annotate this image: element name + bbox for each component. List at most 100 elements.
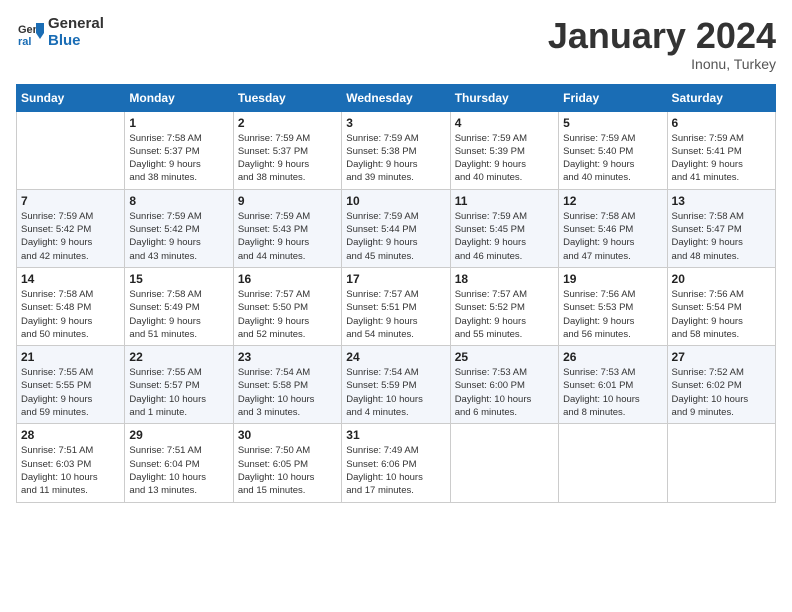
calendar-cell: 21Sunrise: 7:55 AMSunset: 5:55 PMDayligh… [17,346,125,424]
day-info: Sunrise: 7:51 AMSunset: 6:03 PMDaylight:… [21,444,120,497]
calendar-cell: 28 Sunrise: 7:51 AMSunset: 6:03 PMDayligh… [17,424,125,502]
day-number: 26 [563,350,662,364]
calendar-cell: 17 Sunrise: 7:57 AMSunset: 5:51 PMDayligh… [342,267,450,345]
day-info: Sunrise: 7:59 AMSunset: 5:39 PMDaylight:… [455,132,554,185]
day-number: 5 [563,116,662,130]
calendar-cell: 8Sunrise: 7:59 AMSunset: 5:42 PMDaylight… [125,189,233,267]
svg-text:ral: ral [18,36,31,47]
day-info: Sunrise: 7:58 AMSunset: 5:37 PMDaylight:… [129,132,228,185]
day-info: Sunrise: 7:59 AMSunset: 5:37 PMDaylight:… [238,132,337,185]
page-header: Gene ral General Blue January 2024 Inonu… [16,16,776,72]
day-number: 3 [346,116,445,130]
calendar-cell: 7 Sunrise: 7:59 AMSunset: 5:42 PMDaylight… [17,189,125,267]
day-number: 13 [672,194,771,208]
calendar-cell: 15 Sunrise: 7:58 AMSunset: 5:49 PMDayligh… [125,267,233,345]
logo-text-line1: General [48,16,104,33]
day-number: 7 [21,194,120,208]
day-number: 14 [21,272,120,286]
day-info: Sunrise: 7:58 AMSunset: 5:49 PMDaylight:… [129,288,228,341]
location-subtitle: Inonu, Turkey [548,56,776,72]
day-number: 12 [563,194,662,208]
calendar-cell: 12 Sunrise: 7:58 AMSunset: 5:46 PMDayligh… [559,189,667,267]
logo-text-line2: Blue [48,33,104,50]
day-number: 21 [21,350,120,364]
calendar-cell [559,424,667,502]
calendar-cell: 16 Sunrise: 7:57 AMSunset: 5:50 PMDayligh… [233,267,341,345]
day-number: 20 [672,272,771,286]
calendar-cell: 20 Sunrise: 7:56 AMSunset: 5:54 PMDayligh… [667,267,775,345]
weekday-header-saturday: Saturday [667,84,775,111]
day-info: Sunrise: 7:55 AMSunset: 5:57 PMDaylight:… [129,366,228,419]
day-number: 11 [455,194,554,208]
calendar-header-row: SundayMondayTuesdayWednesdayThursdayFrid… [17,84,776,111]
day-number: 1 [129,116,228,130]
day-info: Sunrise: 7:56 AMSunset: 5:54 PMDaylight:… [672,288,771,341]
day-number: 8 [129,194,228,208]
calendar-cell [17,111,125,189]
calendar-week-row: 28 Sunrise: 7:51 AMSunset: 6:03 PMDayligh… [17,424,776,502]
day-info: Sunrise: 7:56 AMSunset: 5:53 PMDaylight:… [563,288,662,341]
day-number: 29 [129,428,228,442]
day-info: Sunrise: 7:59 AMSunset: 5:45 PMDaylight:… [455,210,554,263]
calendar-week-row: 1 Sunrise: 7:58 AMSunset: 5:37 PMDaylight… [17,111,776,189]
day-info: Sunrise: 7:59 AMSunset: 5:43 PMDaylight:… [238,210,337,263]
calendar-table: SundayMondayTuesdayWednesdayThursdayFrid… [16,84,776,503]
calendar-cell: 3 Sunrise: 7:59 AMSunset: 5:38 PMDaylight… [342,111,450,189]
weekday-header-monday: Monday [125,84,233,111]
day-number: 31 [346,428,445,442]
day-info: Sunrise: 7:49 AMSunset: 6:06 PMDaylight:… [346,444,445,497]
calendar-cell: 23 Sunrise: 7:54 AMSunset: 5:58 PMDayligh… [233,346,341,424]
day-info: Sunrise: 7:57 AMSunset: 5:51 PMDaylight:… [346,288,445,341]
day-number: 16 [238,272,337,286]
day-number: 24 [346,350,445,364]
calendar-cell: 1 Sunrise: 7:58 AMSunset: 5:37 PMDaylight… [125,111,233,189]
day-number: 10 [346,194,445,208]
calendar-cell [450,424,558,502]
day-info: Sunrise: 7:59 AMSunset: 5:38 PMDaylight:… [346,132,445,185]
day-info: Sunrise: 7:53 AMSunset: 6:01 PMDaylight:… [563,366,662,419]
weekday-header-tuesday: Tuesday [233,84,341,111]
day-number: 15 [129,272,228,286]
day-number: 4 [455,116,554,130]
calendar-cell: 26 Sunrise: 7:53 AMSunset: 6:01 PMDayligh… [559,346,667,424]
calendar-cell: 2 Sunrise: 7:59 AMSunset: 5:37 PMDaylight… [233,111,341,189]
day-info: Sunrise: 7:58 AMSunset: 5:46 PMDaylight:… [563,210,662,263]
logo-icon: Gene ral [16,19,44,47]
calendar-cell: 5 Sunrise: 7:59 AMSunset: 5:40 PMDaylight… [559,111,667,189]
weekday-header-sunday: Sunday [17,84,125,111]
day-info: Sunrise: 7:54 AMSunset: 5:59 PMDaylight:… [346,366,445,419]
calendar-week-row: 21Sunrise: 7:55 AMSunset: 5:55 PMDayligh… [17,346,776,424]
day-info: Sunrise: 7:50 AMSunset: 6:05 PMDaylight:… [238,444,337,497]
calendar-cell: 9 Sunrise: 7:59 AMSunset: 5:43 PMDaylight… [233,189,341,267]
day-number: 28 [21,428,120,442]
calendar-week-row: 7 Sunrise: 7:59 AMSunset: 5:42 PMDaylight… [17,189,776,267]
day-number: 25 [455,350,554,364]
calendar-cell: 4 Sunrise: 7:59 AMSunset: 5:39 PMDaylight… [450,111,558,189]
day-number: 9 [238,194,337,208]
calendar-cell: 11 Sunrise: 7:59 AMSunset: 5:45 PMDayligh… [450,189,558,267]
calendar-cell: 10 Sunrise: 7:59 AMSunset: 5:44 PMDayligh… [342,189,450,267]
day-number: 2 [238,116,337,130]
day-info: Sunrise: 7:52 AMSunset: 6:02 PMDaylight:… [672,366,771,419]
calendar-cell: 31 Sunrise: 7:49 AMSunset: 6:06 PMDayligh… [342,424,450,502]
day-info: Sunrise: 7:57 AMSunset: 5:50 PMDaylight:… [238,288,337,341]
title-area: January 2024 Inonu, Turkey [548,16,776,72]
day-info: Sunrise: 7:53 AMSunset: 6:00 PMDaylight:… [455,366,554,419]
day-number: 22 [129,350,228,364]
day-info: Sunrise: 7:59 AMSunset: 5:41 PMDaylight:… [672,132,771,185]
calendar-cell: 24 Sunrise: 7:54 AMSunset: 5:59 PMDayligh… [342,346,450,424]
day-number: 19 [563,272,662,286]
day-number: 23 [238,350,337,364]
calendar-cell: 19 Sunrise: 7:56 AMSunset: 5:53 PMDayligh… [559,267,667,345]
day-info: Sunrise: 7:59 AMSunset: 5:44 PMDaylight:… [346,210,445,263]
month-title: January 2024 [548,16,776,56]
day-info: Sunrise: 7:54 AMSunset: 5:58 PMDaylight:… [238,366,337,419]
weekday-header-friday: Friday [559,84,667,111]
day-info: Sunrise: 7:58 AMSunset: 5:48 PMDaylight:… [21,288,120,341]
day-info: Sunrise: 7:59 AMSunset: 5:42 PMDaylight:… [21,210,120,263]
calendar-week-row: 14 Sunrise: 7:58 AMSunset: 5:48 PMDayligh… [17,267,776,345]
day-number: 17 [346,272,445,286]
day-number: 18 [455,272,554,286]
day-info: Sunrise: 7:59 AMSunset: 5:40 PMDaylight:… [563,132,662,185]
calendar-cell: 22 Sunrise: 7:55 AMSunset: 5:57 PMDayligh… [125,346,233,424]
